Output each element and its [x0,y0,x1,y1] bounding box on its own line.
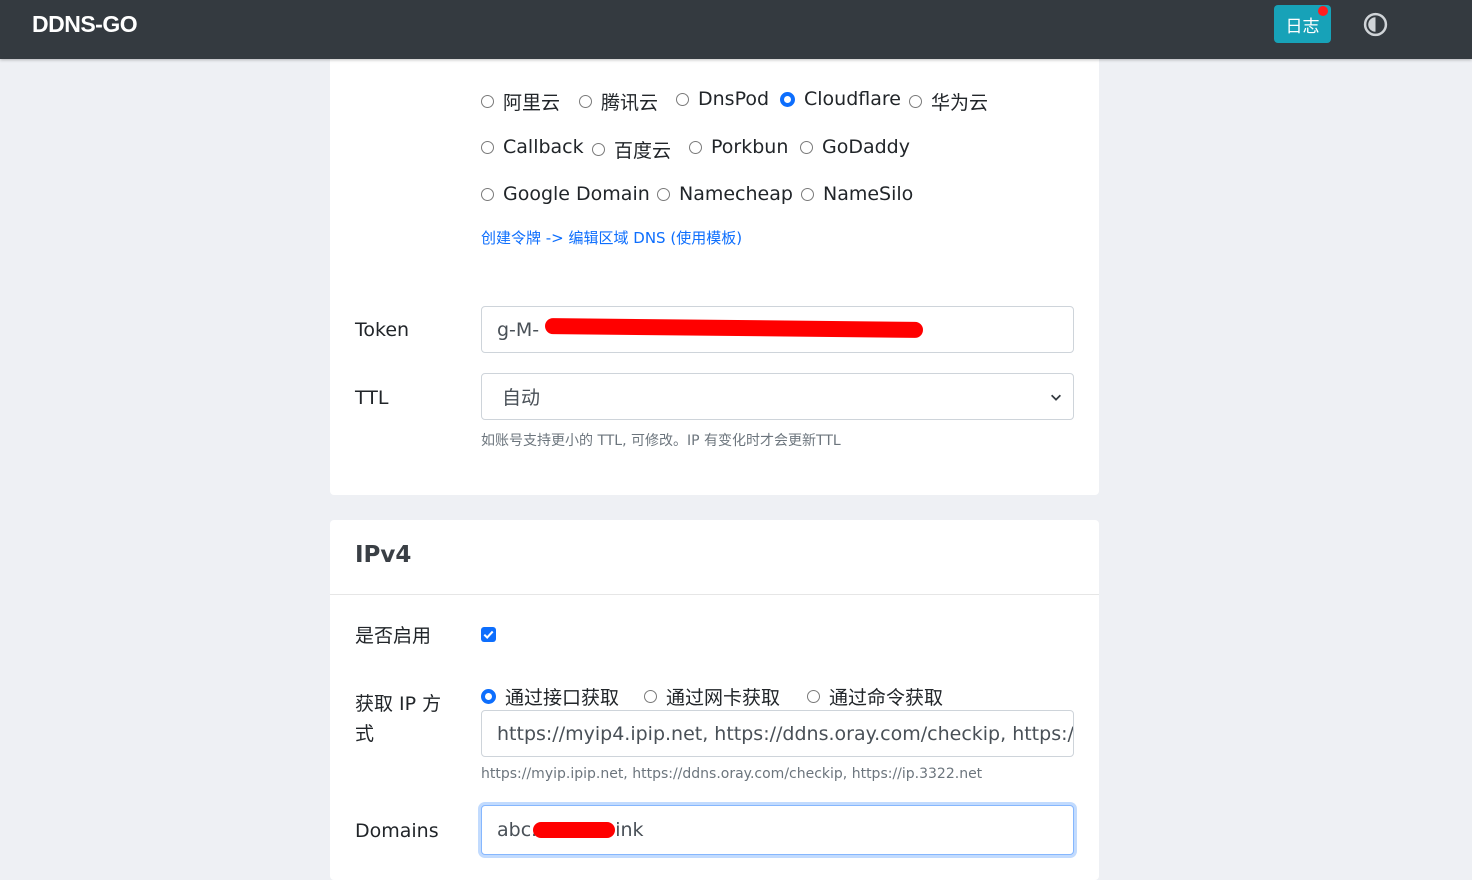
get-ip-method-label: 获取 IP 方式 [355,693,442,745]
radio-circle[interactable] [807,690,820,703]
radio-circle[interactable] [481,95,494,108]
domains-label: Domains [355,820,439,842]
ipv4-enable-checkbox[interactable] [481,627,496,642]
domains-value-end: ink [615,819,644,841]
provider-radio-huawei[interactable]: 华为云 [909,88,988,115]
enable-label: 是否启用 [355,625,432,647]
token-label: Token [355,319,410,341]
radio-circle[interactable] [579,95,592,108]
ttl-label: TTL [355,387,389,409]
ip-method-radio-nic[interactable]: 通过网卡获取 [644,683,780,710]
provider-radio-godaddy[interactable]: GoDaddy [800,136,910,158]
ttl-selected-value: 自动 [502,387,541,409]
provider-radio-callback[interactable]: Callback [481,136,584,158]
provider-radio-porkbun[interactable]: Porkbun [689,136,788,158]
radio-circle[interactable] [909,95,922,108]
provider-radio-namesilo[interactable]: NameSilo [801,183,913,205]
ip-api-url-input[interactable]: https://myip4.ipip.net, https://ddns.ora… [481,710,1074,757]
radio-circle[interactable] [801,187,814,201]
provider-radio-tencent[interactable]: 腾讯云 [579,88,658,115]
provider-radio-google-domain[interactable]: Google Domain [481,183,650,205]
notification-dot [1318,6,1328,16]
radio-circle[interactable] [481,140,494,154]
radio-circle-checked[interactable] [481,689,496,704]
ip-method-radio-command[interactable]: 通过命令获取 [807,683,943,710]
top-navbar: DDNS-GO 日志 [0,0,1472,59]
provider-radio-cloudflare[interactable]: Cloudflare [780,88,901,110]
ipv4-title: IPv4 [355,542,412,568]
app-brand[interactable]: DDNS-GO [32,11,138,38]
ttl-select[interactable]: 自动 [481,373,1074,420]
log-button-label: 日志 [1285,16,1320,37]
radio-circle[interactable] [644,690,657,703]
provider-radio-dnspod[interactable]: DnsPod [676,88,769,110]
ipv4-card-header: IPv4 [330,520,1099,595]
log-button[interactable]: 日志 [1274,5,1331,43]
ip-api-url-help: https://myip.ipip.net, https://ddns.oray… [481,766,983,782]
domains-value-start: abc. [497,819,538,841]
provider-radio-namecheap[interactable]: Namecheap [657,183,793,205]
radio-circle[interactable] [657,187,670,201]
token-value-prefix: g-M- [497,318,540,341]
chevron-down-icon [1051,394,1061,401]
ttl-help-text: 如账号支持更小的 TTL, 可修改。IP 有变化时才会更新TTL [481,433,841,449]
checkmark-icon [483,630,494,639]
radio-circle[interactable] [592,143,605,156]
domains-redaction [533,822,615,838]
radio-circle[interactable] [676,92,689,106]
contrast-icon[interactable] [1363,12,1388,37]
ip-method-radio-api[interactable]: 通过接口获取 [481,683,619,710]
create-token-link[interactable]: 创建令牌 -> 编辑区域 DNS (使用模板) [481,227,742,248]
provider-radio-aliyun[interactable]: 阿里云 [481,88,560,115]
ip-api-url-value: https://myip4.ipip.net, https://ddns.ora… [497,722,1074,745]
radio-circle[interactable] [689,140,702,154]
radio-circle[interactable] [800,140,813,154]
radio-circle[interactable] [481,187,494,201]
provider-radio-baidu[interactable]: 百度云 [592,136,671,163]
radio-circle-checked[interactable] [780,91,795,107]
